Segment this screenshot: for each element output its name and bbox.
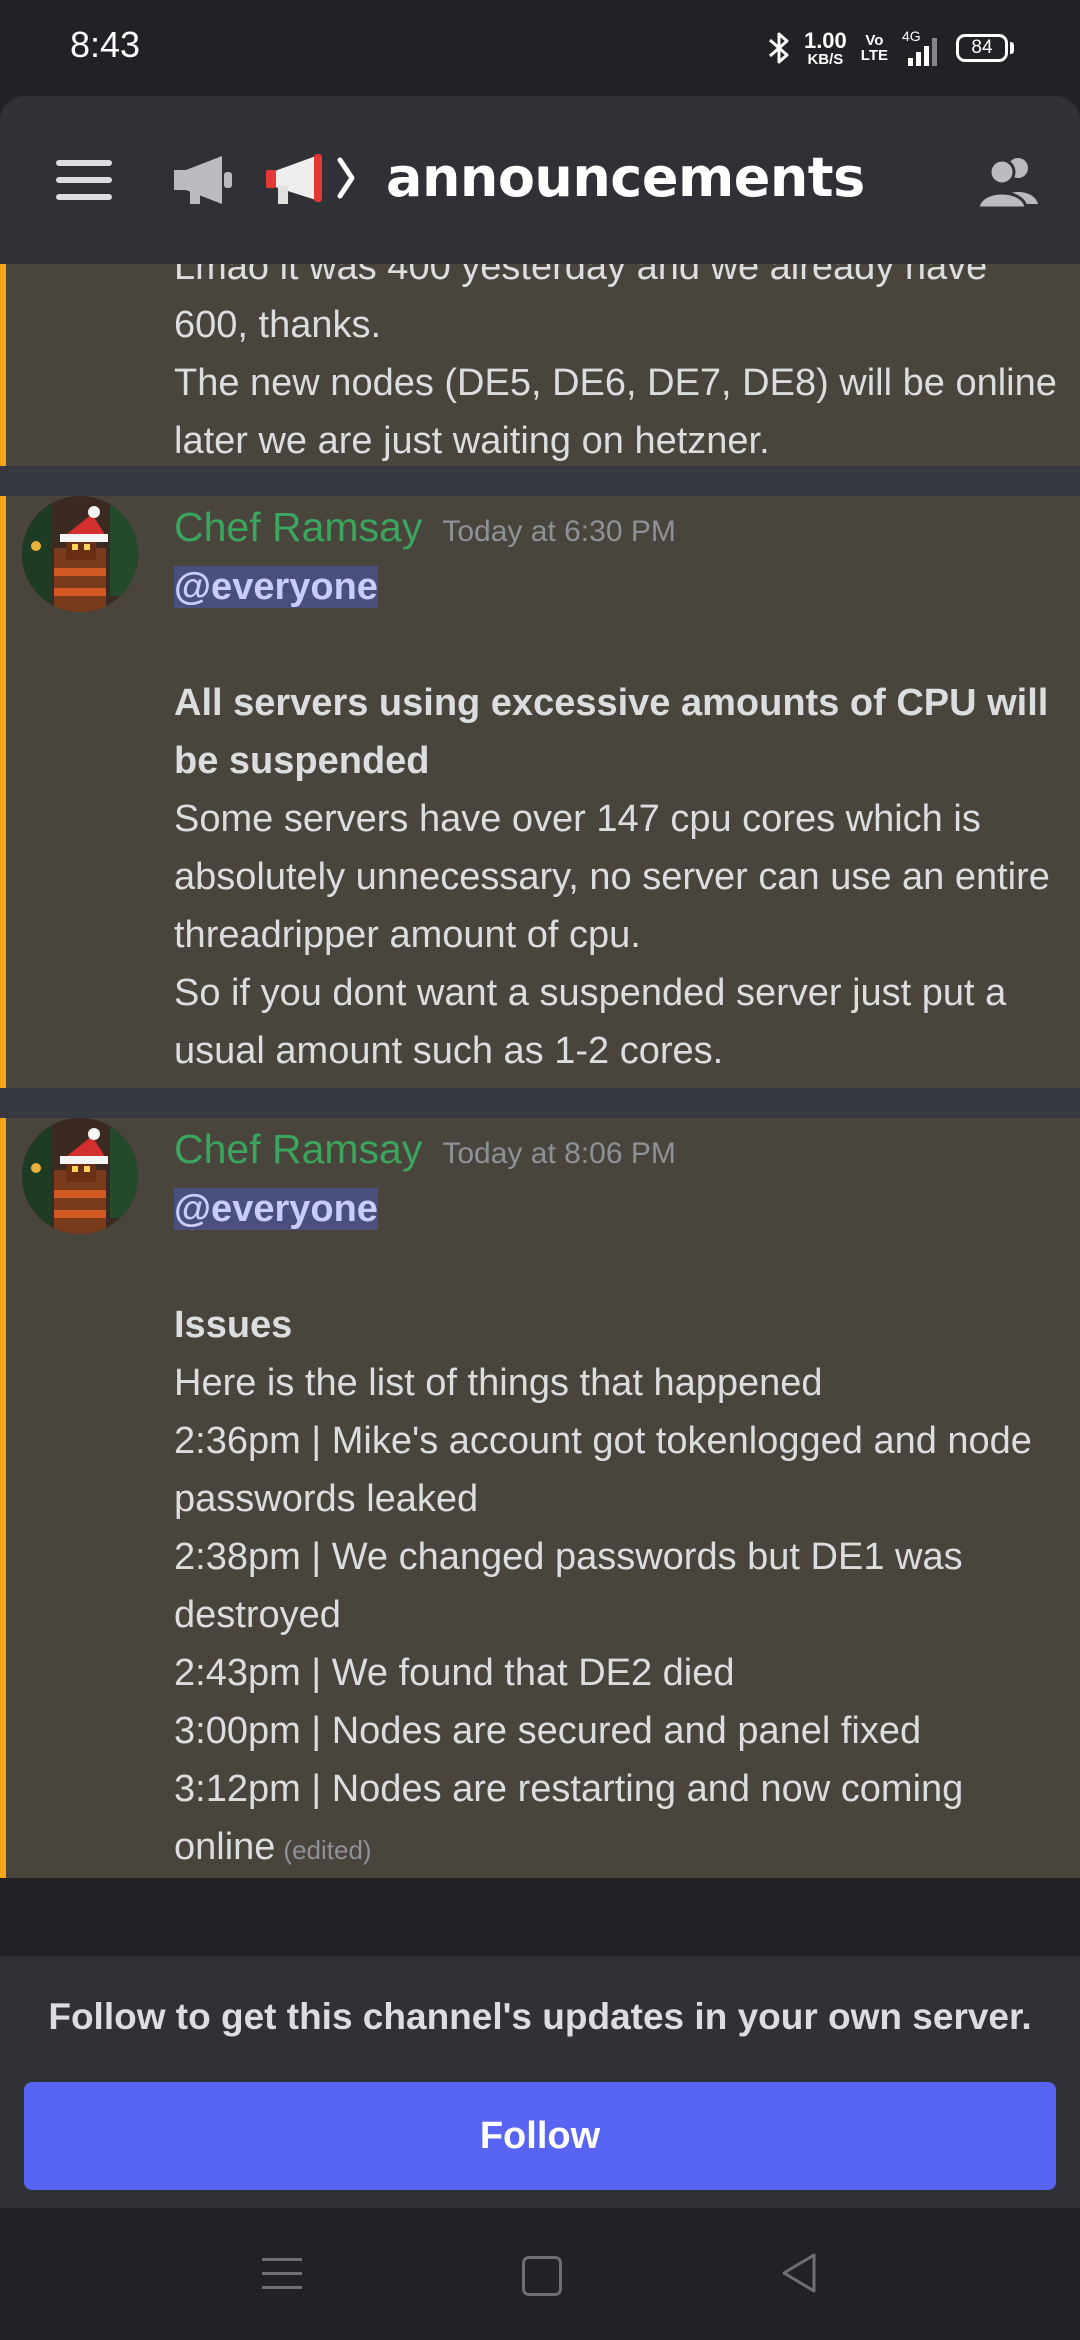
signal-icon: 4G — [902, 28, 942, 66]
volte-top: Vo — [865, 32, 884, 49]
volte-bottom: LTE — [860, 47, 888, 64]
battery-level: 84 — [956, 34, 1008, 62]
status-bar: 8:43 1.00 KB/S Vo LTE 4G 84 — [0, 0, 1080, 96]
author-label: Chef Ramsay — [174, 504, 423, 550]
network-type: 4G — [902, 28, 921, 44]
avatar[interactable] — [22, 496, 138, 612]
timestamp: Today at 6:30 PM — [442, 515, 676, 548]
message-heading: All servers using excessive amounts of C… — [174, 682, 1049, 782]
highlight-stripe — [0, 1118, 6, 1878]
message-line: 3:00pm | Nodes are secured and panel fix… — [174, 1710, 922, 1752]
follow-panel: Follow to get this channel's updates in … — [0, 1956, 1080, 2208]
message-line: Here is the list of things that happened — [174, 1362, 823, 1404]
volte-indicator: Vo LTE — [861, 33, 888, 63]
message-line: 2:43pm | We found that DE2 died — [174, 1652, 735, 1694]
follow-prompt: Follow to get this channel's updates in … — [48, 1996, 1032, 2037]
follow-button[interactable]: Follow — [24, 2082, 1056, 2190]
back-icon[interactable] — [780, 2252, 818, 2298]
members-icon[interactable] — [976, 154, 1042, 212]
message-body: @everyone Issues Here is the list of thi… — [174, 1180, 1060, 1878]
mention[interactable]: @everyone — [174, 566, 378, 608]
author-name[interactable]: Chef Ramsay Today at 6:30 PM — [174, 504, 676, 551]
channel-title: announcements — [386, 146, 865, 209]
speed-unit: KB/S — [807, 50, 844, 68]
highlight-stripe — [0, 496, 6, 1088]
edited-label: (edited) — [283, 1835, 372, 1865]
megaphone-icon — [172, 154, 234, 210]
status-icons: 1.00 KB/S Vo LTE 4G 84 — [768, 24, 1014, 72]
message-line: Lmao it was 400 yesterday and we already… — [174, 264, 988, 288]
message-heading: Issues — [174, 1304, 293, 1346]
message: Lmao it was 400 yesterday and we already… — [0, 264, 1080, 466]
message-line: The new nodes (DE5, DE6, DE7, DE8) will … — [174, 362, 1057, 462]
channel-header: announcements — [0, 96, 1080, 264]
message-line: 600, thanks. — [174, 304, 382, 346]
status-time: 8:43 — [70, 24, 141, 65]
message: Chef Ramsay Today at 8:06 PM @everyone Is… — [0, 1118, 1080, 1878]
system-nav-bar — [0, 2208, 1080, 2340]
network-speed: 1.00 KB/S — [803, 27, 847, 68]
message-body: @everyone All servers using excessive am… — [174, 558, 1060, 1080]
highlight-stripe — [0, 264, 6, 466]
home-icon[interactable] — [522, 2256, 562, 2296]
message-line: Some servers have over 147 cpu cores whi… — [174, 798, 1050, 956]
message-line: 2:38pm | We changed passwords but DE1 wa… — [174, 1536, 963, 1636]
message-line: So if you dont want a suspended server j… — [174, 972, 1007, 1072]
megaphone-icon — [264, 150, 360, 214]
bluetooth-icon — [768, 31, 790, 65]
mention[interactable]: @everyone — [174, 1188, 378, 1230]
author-name[interactable]: Chef Ramsay Today at 8:06 PM — [174, 1126, 676, 1173]
message-feed[interactable]: Lmao it was 400 yesterday and we already… — [0, 264, 1080, 1878]
speed-value: 1.00 — [803, 27, 847, 53]
message-body: Lmao it was 400 yesterday and we already… — [174, 264, 1060, 470]
timestamp: Today at 8:06 PM — [442, 1137, 676, 1170]
message: Chef Ramsay Today at 6:30 PM @everyone Al… — [0, 496, 1080, 1088]
recent-apps-icon[interactable] — [262, 2258, 302, 2300]
author-label: Chef Ramsay — [174, 1126, 423, 1172]
battery-icon: 84 — [956, 34, 1014, 62]
avatar[interactable] — [22, 1118, 138, 1234]
hamburger-icon[interactable] — [56, 160, 112, 200]
message-line: 2:36pm | Mike's account got tokenlogged … — [174, 1420, 1032, 1520]
